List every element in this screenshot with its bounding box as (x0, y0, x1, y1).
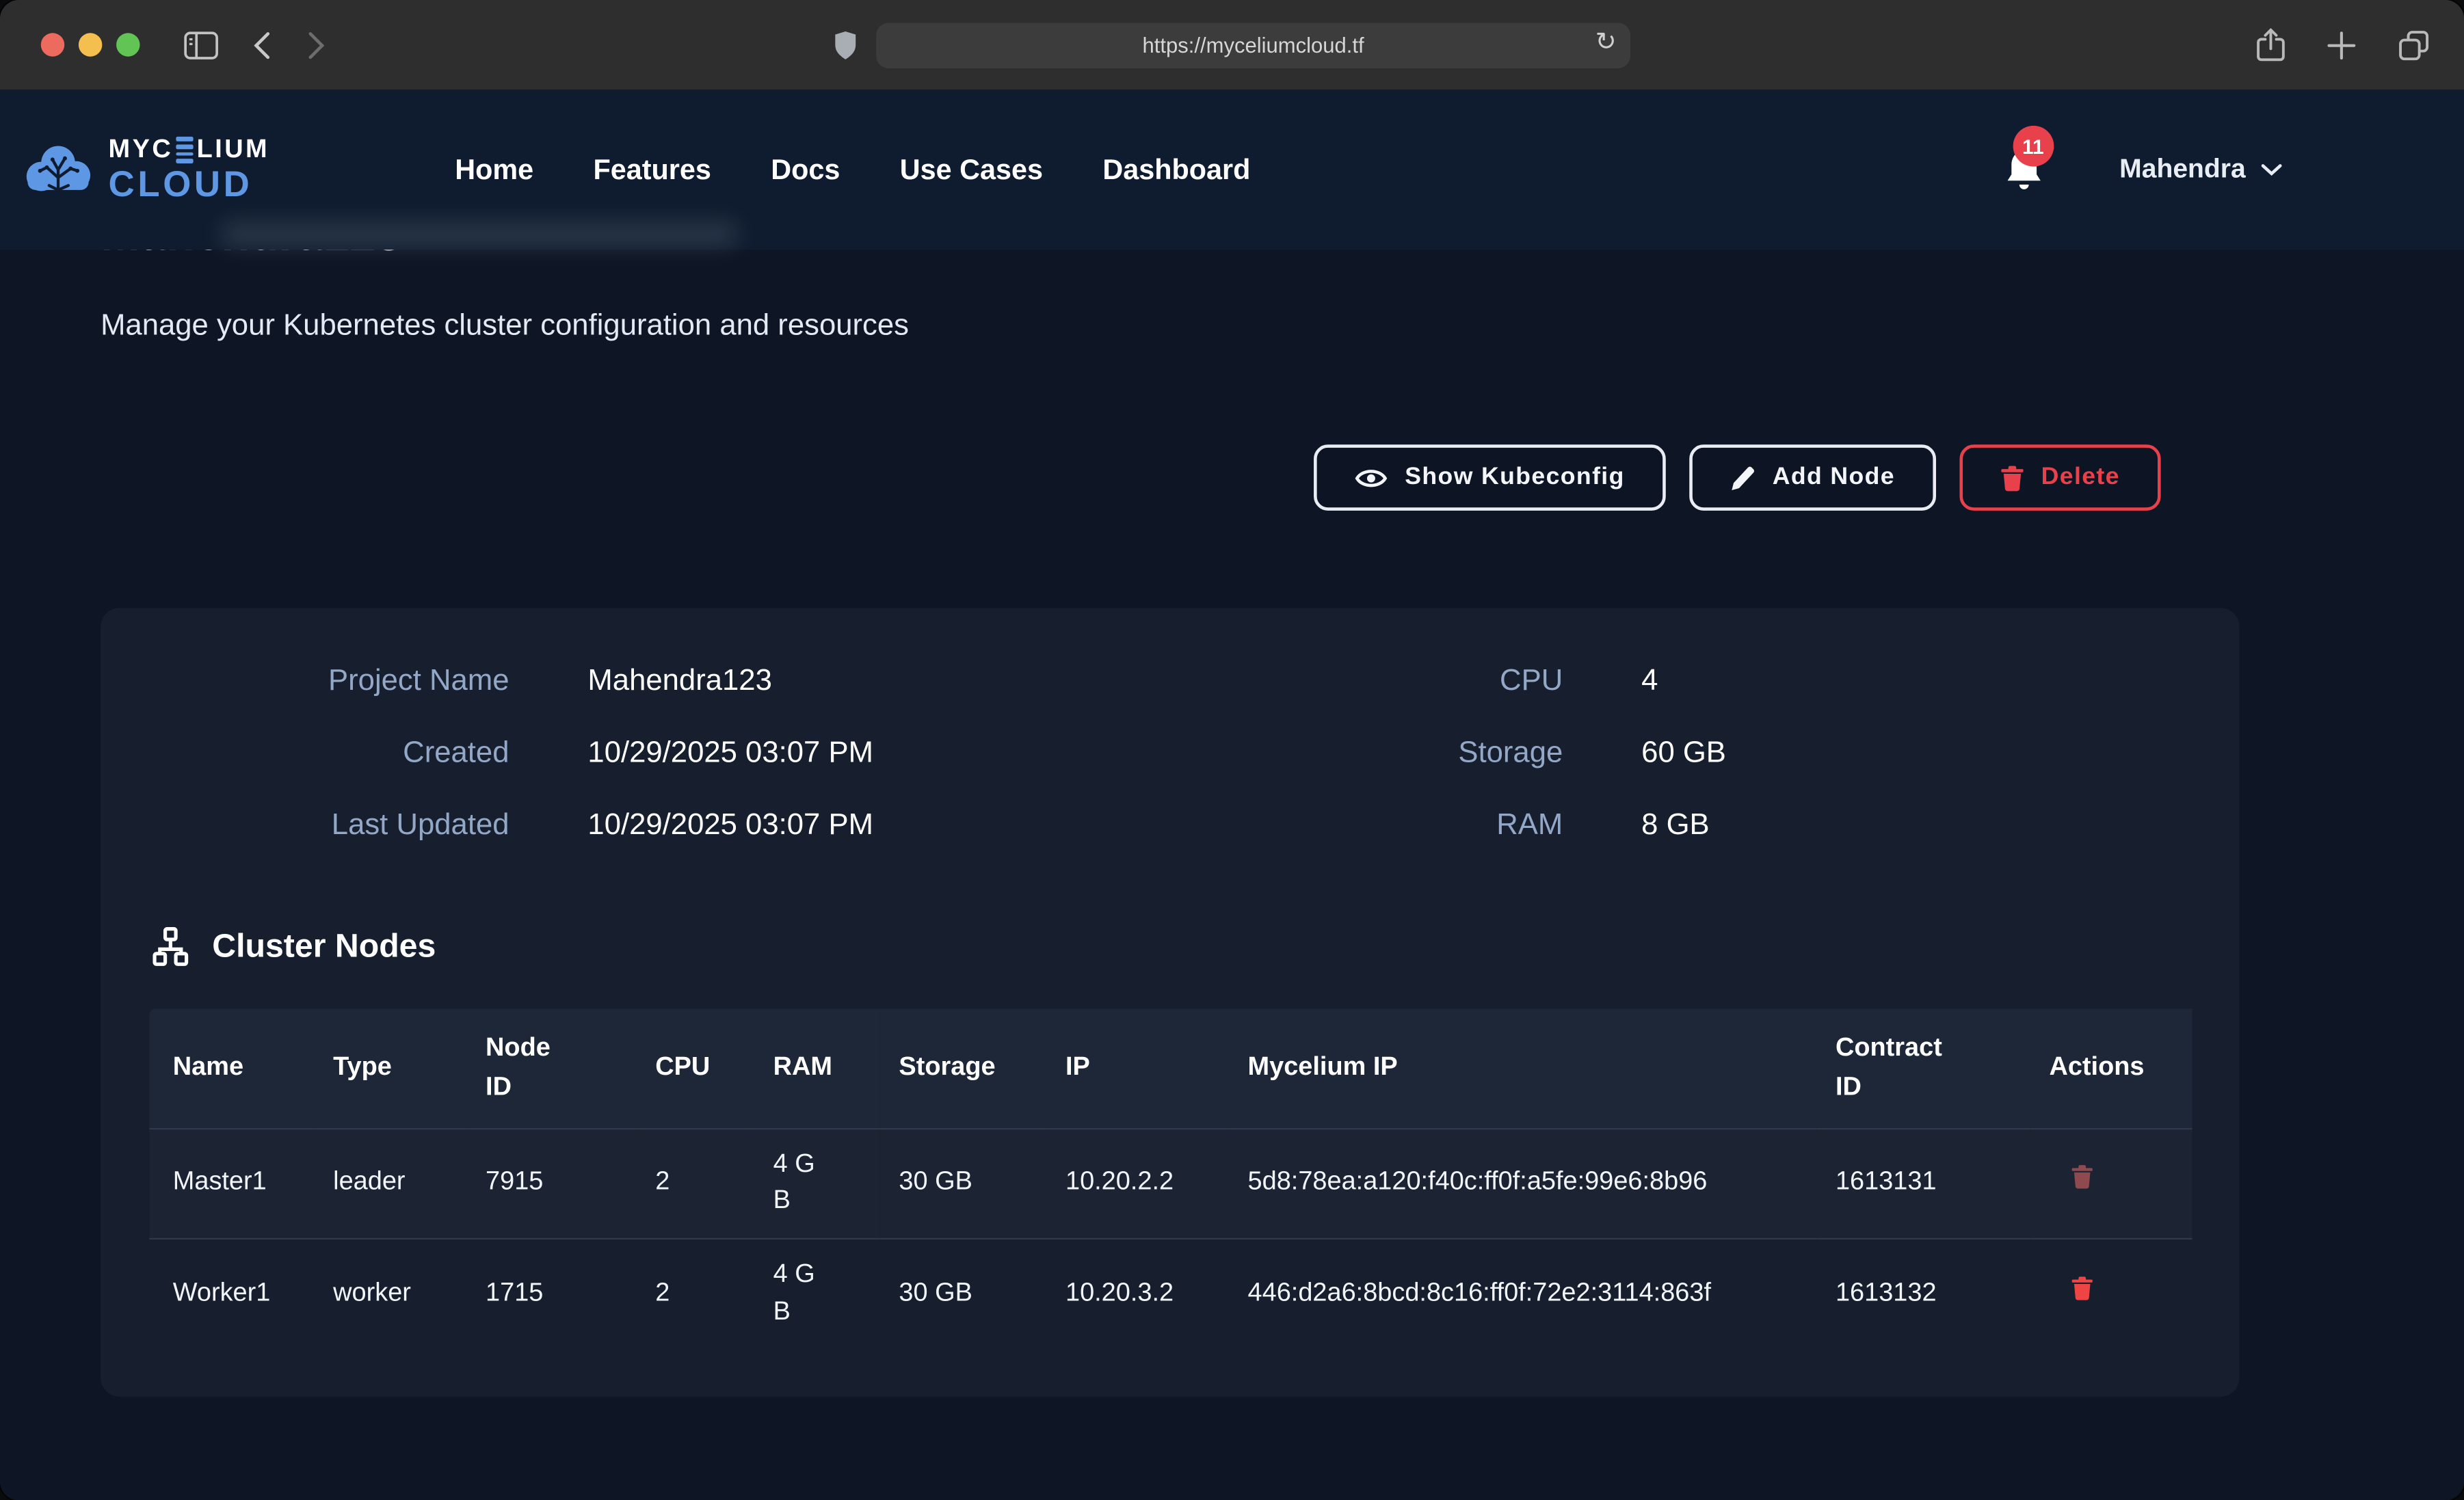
nav-link-docs[interactable]: Docs (771, 153, 840, 186)
col-ram: RAM (754, 1008, 880, 1128)
nav-link-home[interactable]: Home (455, 153, 533, 186)
pencil-icon (1730, 464, 1756, 491)
add-node-button[interactable]: Add Node (1689, 444, 1936, 511)
info-row-cpu: CPU 4 (1170, 661, 2190, 702)
cell-mycelium-ip: 5d8:78ea:a120:f40c:ff0f:a5fe:99e6:8b96 (1229, 1128, 1816, 1240)
reload-icon[interactable]: ↻ (1595, 31, 1617, 57)
zoom-window-button[interactable] (116, 33, 140, 56)
brand-name-bottom: CLOUD (109, 166, 270, 202)
cell-node-id: 1715 (466, 1240, 636, 1350)
cell-contract-id: 1613131 (1816, 1128, 2030, 1240)
cell-type: worker (315, 1240, 467, 1350)
mycelium-cloud-logo-icon (22, 140, 94, 200)
cell-ip: 10.20.3.2 (1046, 1240, 1229, 1350)
privacy-shield-icon[interactable] (834, 30, 857, 60)
node-row-master1: Master1 leader 7915 2 4 GB 30 GB 10.20.2… (149, 1128, 2192, 1240)
cell-node-id: 7915 (466, 1128, 636, 1240)
col-actions: Actions (2030, 1008, 2193, 1128)
share-icon[interactable] (2257, 28, 2285, 61)
cell-type: leader (315, 1128, 467, 1240)
delete-cluster-button[interactable]: Delete (1959, 444, 2160, 511)
show-kubeconfig-button[interactable]: Show Kubeconfig (1314, 444, 1665, 511)
cluster-actions: Show Kubeconfig Add Node (101, 444, 2239, 511)
col-cpu: CPU (637, 1008, 754, 1128)
chevron-down-icon (2262, 163, 2282, 176)
nav-link-use-cases[interactable]: Use Cases (900, 153, 1043, 186)
cell-ram: 4 GB (754, 1240, 880, 1350)
col-ip: IP (1046, 1008, 1229, 1128)
browser-window: https://myceliumcloud.tf ↻ (0, 0, 2464, 1500)
close-window-button[interactable] (41, 33, 64, 56)
browser-toolbar: https://myceliumcloud.tf ↻ (0, 0, 2464, 90)
brand-logo[interactable]: MYCLIUM CLOUD (22, 137, 269, 202)
new-tab-icon[interactable] (2327, 31, 2355, 59)
info-row-project-name: Project Name Mahendra123 (149, 661, 1169, 702)
info-row-storage: Storage 60 GB (1170, 734, 2190, 775)
user-name: Mahendra (2119, 154, 2246, 185)
user-menu[interactable]: Mahendra (2119, 154, 2281, 185)
cluster-nodes-heading: Cluster Nodes (149, 925, 2190, 967)
scroll-blur-artifact (220, 222, 739, 247)
nav-link-dashboard[interactable]: Dashboard (1102, 153, 1250, 186)
window-controls (41, 33, 140, 56)
node-row-worker1: Worker1 worker 1715 2 4 GB 30 GB 10.20.3… (149, 1240, 2192, 1350)
cell-name: Worker1 (149, 1240, 314, 1350)
delete-node-icon[interactable] (2071, 1276, 2093, 1302)
table-header-row: Name Type Node ID CPU RAM Storage IP Myc… (149, 1008, 2192, 1128)
address-bar[interactable]: https://myceliumcloud.tf ↻ (876, 22, 1630, 68)
cell-storage: 30 GB (880, 1240, 1047, 1350)
cell-cpu: 2 (637, 1128, 754, 1240)
cell-actions (2030, 1240, 2193, 1350)
notification-count-badge: 11 (2013, 126, 2054, 167)
page-subtitle: Manage your Kubernetes cluster configura… (101, 310, 2239, 345)
minimize-window-button[interactable] (79, 33, 102, 56)
cluster-overview: Project Name Mahendra123 Created 10/29/2… (149, 649, 2190, 847)
back-icon[interactable] (253, 31, 270, 59)
info-row-last-updated: Last Updated 10/29/2025 03:07 PM (149, 806, 1169, 847)
main-content: Mahendra123 Manage your Kubernetes clust… (0, 209, 2464, 1397)
cell-contract-id: 1613132 (1816, 1240, 2030, 1350)
cell-storage: 30 GB (880, 1128, 1047, 1240)
cell-actions (2030, 1128, 2193, 1240)
network-nodes-icon (149, 925, 191, 967)
trash-icon (2000, 464, 2024, 491)
delete-node-icon[interactable] (2071, 1165, 2093, 1190)
site-navbar: MYCLIUM CLOUD Home Features Docs Use Cas… (0, 90, 2464, 250)
cell-ip: 10.20.2.2 (1046, 1128, 1229, 1240)
col-type: Type (315, 1008, 467, 1128)
info-row-created: Created 10/29/2025 03:07 PM (149, 734, 1169, 775)
cell-mycelium-ip: 446:d2a6:8bcd:8c16:ff0f:72e2:3114:863f (1229, 1240, 1816, 1350)
cell-ram: 4 GB (754, 1128, 880, 1240)
cluster-nodes-table: Name Type Node ID CPU RAM Storage IP Myc… (149, 1008, 2192, 1350)
eye-icon (1355, 466, 1388, 489)
col-name: Name (149, 1008, 314, 1128)
cell-cpu: 2 (637, 1240, 754, 1350)
main-nav: Home Features Docs Use Cases Dashboard (455, 153, 1250, 186)
tab-overview-icon[interactable] (2398, 29, 2430, 61)
col-mycelium-ip: Mycelium IP (1229, 1008, 1816, 1128)
col-node-id: Node ID (466, 1008, 636, 1128)
forward-icon[interactable] (308, 31, 325, 59)
url-text: https://myceliumcloud.tf (1143, 33, 1364, 56)
col-storage: Storage (880, 1008, 1047, 1128)
cluster-details-card: Project Name Mahendra123 Created 10/29/2… (101, 608, 2239, 1397)
cell-name: Master1 (149, 1128, 314, 1240)
sidebar-toggle-icon[interactable] (184, 31, 219, 59)
col-contract-id: Contract ID (1816, 1008, 2030, 1128)
stylized-e-icon (176, 137, 194, 163)
notifications-button[interactable]: 11 (2003, 148, 2044, 191)
brand-name-top: MYCLIUM (109, 137, 270, 163)
page: MYCLIUM CLOUD Home Features Docs Use Cas… (0, 90, 2464, 1500)
info-row-ram: RAM 8 GB (1170, 806, 2190, 847)
nav-link-features[interactable]: Features (593, 153, 711, 186)
